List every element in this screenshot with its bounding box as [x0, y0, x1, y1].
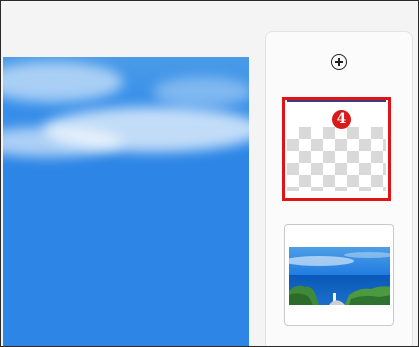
- coastal-landscape-image: [289, 247, 390, 305]
- step-number-badge: 4: [332, 110, 351, 129]
- slides-panel: 4: [265, 31, 413, 346]
- transparent-checkerboard: [287, 127, 386, 191]
- slide-thumbnail[interactable]: [284, 224, 394, 326]
- slide-top-edge: [287, 100, 386, 102]
- app-frame: 4: [0, 0, 419, 347]
- landscape-graphic: [289, 247, 390, 305]
- slide-thumbnail-selected[interactable]: 4: [282, 97, 391, 201]
- canvas-image[interactable]: [3, 57, 249, 346]
- add-slide-icon[interactable]: [331, 54, 347, 70]
- cloud-shape: [153, 77, 249, 107]
